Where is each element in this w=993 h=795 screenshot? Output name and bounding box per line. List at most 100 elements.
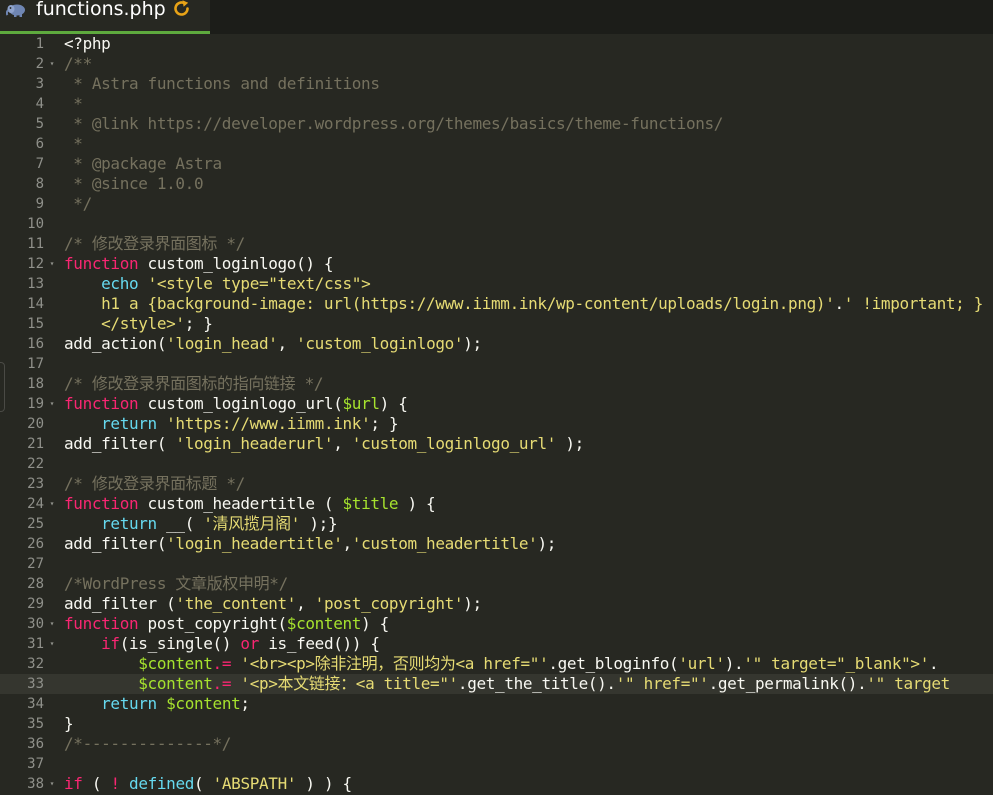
code-line[interactable]: 18 /* 修改登录界面图标的指向链接 */: [0, 374, 993, 394]
code-text: h1 a {background-image: url(https://www.…: [64, 294, 983, 314]
code-line[interactable]: 33 $content.= '<p>本文链接：<a title="'.get_t…: [0, 674, 993, 694]
code-line[interactable]: 20 return 'https://www.iimm.ink'; }: [0, 414, 993, 434]
code-token: .: [929, 654, 939, 673]
code-token: 'ABSPATH': [212, 774, 297, 793]
code-token: custom_loginlogo() {: [138, 254, 334, 273]
code-token: '" target="_blank">': [743, 654, 929, 673]
code-text: /* 修改登录界面图标的指向链接 */: [64, 374, 324, 394]
code-token: );: [463, 594, 482, 613]
code-line[interactable]: 32 $content.= '<br><p>除非注明，否则均为<a href="…: [0, 654, 993, 674]
code-line[interactable]: 23 /* 修改登录界面标题 */: [0, 474, 993, 494]
code-token: .get_permalink().: [708, 674, 867, 693]
code-line[interactable]: 30 ▾ function post_copyright($content) {: [0, 614, 993, 634]
line-number: 17: [27, 356, 44, 372]
code-token: '<p>本文链接：<a title="': [240, 674, 458, 693]
line-number: 27: [27, 556, 44, 572]
code-token: 'login_head': [166, 334, 278, 353]
code-line[interactable]: 19 ▾ function custom_loginlogo_url($url) {: [0, 394, 993, 414]
fold-arrow-icon[interactable]: ▾: [47, 634, 57, 654]
code-token: $content: [138, 654, 213, 673]
code-text: */: [64, 194, 92, 214]
line-number: 15: [27, 316, 44, 332]
code-token: add_filter(: [64, 534, 167, 553]
line-number: 29: [27, 596, 44, 612]
code-line[interactable]: 5 * @link https://developer.wordpress.or…: [0, 114, 993, 134]
code-text: function custom_headertitle ( $title ) {: [64, 494, 436, 514]
code-line[interactable]: 36 /*--------------*/: [0, 734, 993, 754]
code-line[interactable]: 2 ▾ /**: [0, 54, 993, 74]
line-number: 38: [27, 776, 44, 792]
code-line[interactable]: 13 echo '<style type="text/css">: [0, 274, 993, 294]
line-number: 24: [27, 496, 44, 512]
code-token: $title: [342, 494, 399, 513]
code-token: ; }: [184, 314, 213, 333]
code-line[interactable]: 34 return $content;: [0, 694, 993, 714]
code-line[interactable]: 12 ▾ function custom_loginlogo() {: [0, 254, 993, 274]
fold-arrow-icon[interactable]: ▾: [47, 394, 57, 414]
fold-arrow-icon[interactable]: ▾: [47, 494, 57, 514]
code-line[interactable]: 10: [0, 214, 993, 234]
code-token: 'custom_headertitle': [351, 534, 538, 553]
code-token: post_copyright(: [138, 614, 288, 633]
code-line[interactable]: 7 * @package Astra: [0, 154, 993, 174]
code-line[interactable]: 6 *: [0, 134, 993, 154]
code-token: '" href="': [615, 674, 709, 693]
code-text: *: [64, 94, 83, 114]
code-token: ) ) {: [296, 774, 352, 793]
code-token: );: [537, 534, 557, 553]
code-token: );: [463, 334, 482, 353]
tab-functions-php[interactable]: functions.php: [0, 0, 210, 34]
code-line[interactable]: 17: [0, 354, 993, 374]
code-line[interactable]: 14 h1 a {background-image: url(https://w…: [0, 294, 993, 314]
code-token: ' !important; }: [843, 294, 984, 313]
code-line[interactable]: 1 <?php: [0, 34, 993, 54]
code-token: <?php: [64, 34, 111, 53]
code-line[interactable]: 37: [0, 754, 993, 774]
code-line[interactable]: 9 */: [0, 194, 993, 214]
code-token: return: [101, 414, 157, 433]
code-line[interactable]: 31 ▾ if(is_single() or is_feed()) {: [0, 634, 993, 654]
fold-arrow-icon[interactable]: ▾: [47, 54, 57, 74]
code-text: return 'https://www.iimm.ink'; }: [64, 414, 398, 434]
code-text: /* 修改登录界面标题 */: [64, 474, 245, 494]
code-line[interactable]: 21 add_filter( 'login_headerurl', 'custom…: [0, 434, 993, 454]
code-token: .: [834, 294, 844, 313]
code-line[interactable]: 24 ▾ function custom_headertitle ( $title …: [0, 494, 993, 514]
line-number: 13: [27, 276, 44, 292]
code-token: .get_the_title().: [457, 674, 616, 693]
code-token: * @since 1.0.0: [64, 174, 204, 193]
code-line[interactable]: 3 * Astra functions and definitions: [0, 74, 993, 94]
code-token: (: [194, 774, 213, 793]
refresh-icon[interactable]: [172, 0, 192, 19]
code-line[interactable]: 25 return __( '清风揽月阁' );}: [0, 514, 993, 534]
code-line[interactable]: 4 *: [0, 94, 993, 114]
code-line[interactable]: 16 add_action('login_head', 'custom_login…: [0, 334, 993, 354]
code-line[interactable]: 15 </style>'; }: [0, 314, 993, 334]
code-token: /**: [64, 54, 92, 73]
line-number: 19: [27, 396, 44, 412]
code-line[interactable]: 35}: [0, 714, 993, 734]
code-line[interactable]: 29 add_filter ('the_content', 'post_copyr…: [0, 594, 993, 614]
code-token: function: [64, 254, 139, 273]
code-line[interactable]: 27: [0, 554, 993, 574]
code-line[interactable]: 38 ▾ if ( ! defined( 'ABSPATH' ) ) {: [0, 774, 993, 794]
code-line[interactable]: 26 add_filter('login_headertitle','custom…: [0, 534, 993, 554]
line-number: 35: [27, 716, 44, 732]
fold-arrow-icon[interactable]: ▾: [47, 614, 57, 634]
code-text: * @since 1.0.0: [64, 174, 203, 194]
code-token: $url: [342, 394, 380, 413]
fold-arrow-icon[interactable]: ▾: [47, 254, 57, 274]
code-token: ,: [342, 534, 353, 553]
tab-bar: functions.php: [0, 0, 993, 34]
code-line[interactable]: 11 /* 修改登录界面图标 */: [0, 234, 993, 254]
code-token: 'post_copyright': [314, 594, 464, 613]
code-token: $content: [166, 694, 241, 713]
code-line[interactable]: 22: [0, 454, 993, 474]
panel-resize-handle[interactable]: [0, 362, 5, 412]
code-line[interactable]: 8 * @since 1.0.0: [0, 174, 993, 194]
code-editor[interactable]: 1 <?php 2 ▾/** 3 * Astra functions and defin…: [0, 34, 993, 795]
code-line[interactable]: 28 /*WordPress 文章版权申明*/: [0, 574, 993, 594]
fold-arrow-icon[interactable]: ▾: [47, 774, 57, 794]
